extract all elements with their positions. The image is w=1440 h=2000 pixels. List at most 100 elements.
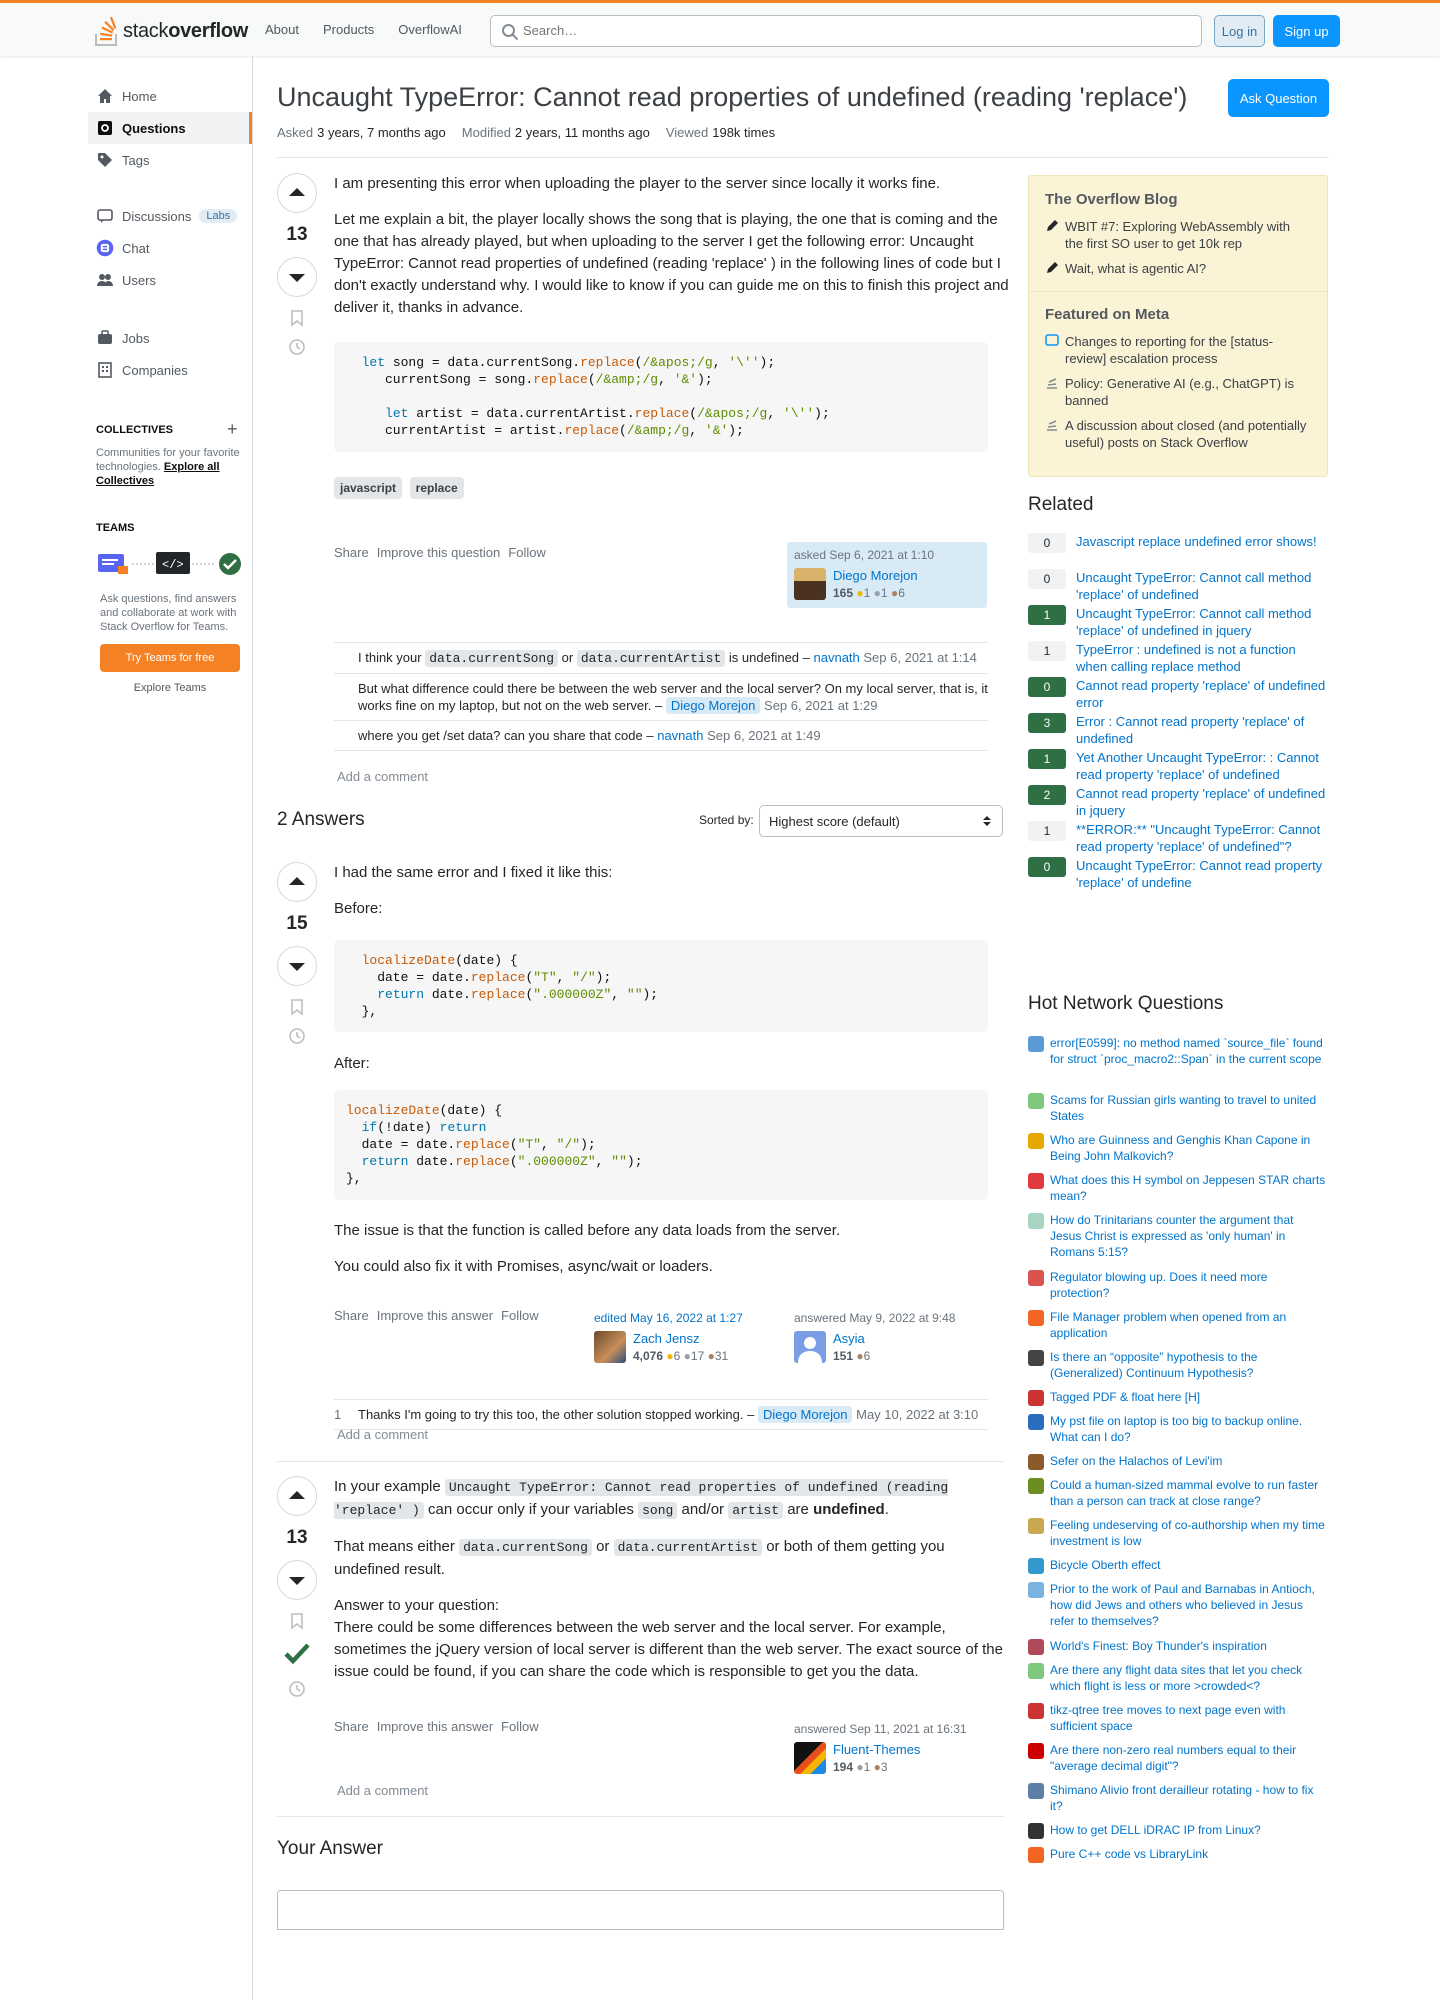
related-item[interactable]: 1 TypeError : undefined is not a function… bbox=[1028, 641, 1328, 675]
related-link[interactable]: Uncaught TypeError: Cannot call method '… bbox=[1076, 569, 1328, 603]
related-item[interactable]: 2 Cannot read property 'replace' of undef… bbox=[1028, 785, 1328, 819]
hot-network-item[interactable]: Are there any flight data sites that let… bbox=[1028, 1662, 1328, 1694]
history-icon[interactable] bbox=[288, 1680, 306, 1701]
related-link[interactable]: Cannot read property 'replace' of undefi… bbox=[1076, 785, 1328, 819]
related-link[interactable]: Javascript replace undefined error shows… bbox=[1076, 533, 1317, 553]
nav-overflowai[interactable]: OverflowAI bbox=[386, 20, 474, 39]
nav-products[interactable]: Products bbox=[311, 20, 386, 39]
nav-about[interactable]: About bbox=[253, 20, 311, 39]
comment-user[interactable]: navnath bbox=[657, 728, 703, 743]
bookmark-icon[interactable] bbox=[288, 309, 306, 330]
avatar[interactable] bbox=[794, 1742, 826, 1774]
explore-teams-link[interactable]: Explore Teams bbox=[88, 682, 252, 694]
related-item[interactable]: 3 Error : Cannot read property 'replace' … bbox=[1028, 713, 1328, 747]
sidebar-item-jobs[interactable]: Jobs bbox=[88, 322, 252, 354]
hot-network-link[interactable]: How to get DELL iDRAC IP from Linux? bbox=[1050, 1822, 1261, 1839]
user-name[interactable]: Diego Morejon bbox=[833, 568, 918, 583]
related-link[interactable]: Yet Another Uncaught TypeError: : Cannot… bbox=[1076, 749, 1328, 783]
bookmark-icon[interactable] bbox=[288, 1612, 306, 1633]
sidebar-item-discussions[interactable]: Discussions Labs bbox=[88, 200, 252, 232]
hot-network-link[interactable]: Regulator blowing up. Does it need more … bbox=[1050, 1269, 1328, 1301]
hot-network-item[interactable]: How do Trinitarians counter the argument… bbox=[1028, 1212, 1328, 1260]
hot-network-item[interactable]: File Manager problem when opened from an… bbox=[1028, 1309, 1328, 1341]
sidebar-item-tags[interactable]: Tags bbox=[88, 144, 252, 176]
related-link[interactable]: Uncaught TypeError: Cannot read property… bbox=[1076, 857, 1328, 891]
avatar[interactable] bbox=[594, 1331, 626, 1363]
hot-network-item[interactable]: Shimano Alivio front derailleur rotating… bbox=[1028, 1782, 1328, 1814]
plus-icon[interactable]: + bbox=[227, 419, 238, 440]
hot-network-link[interactable]: Bicycle Oberth effect bbox=[1050, 1557, 1161, 1574]
avatar[interactable] bbox=[794, 1331, 826, 1363]
signup-button[interactable]: Sign up bbox=[1273, 15, 1340, 47]
share-link[interactable]: Share bbox=[334, 545, 369, 560]
search-input[interactable] bbox=[523, 23, 1123, 38]
hot-network-item[interactable]: Scams for Russian girls wanting to trave… bbox=[1028, 1092, 1328, 1124]
comment-user[interactable]: navnath bbox=[814, 650, 860, 665]
sidebar-item-questions[interactable]: Questions bbox=[88, 112, 252, 144]
related-link[interactable]: TypeError : undefined is not a function … bbox=[1076, 641, 1328, 675]
hot-network-item[interactable]: Tagged PDF & float here [H] bbox=[1028, 1389, 1328, 1406]
meta-item[interactable]: A discussion about closed (and potential… bbox=[1029, 413, 1327, 455]
follow-link[interactable]: Follow bbox=[501, 1308, 539, 1323]
sidebar-item-chat[interactable]: Chat bbox=[88, 232, 252, 264]
upvote-button[interactable] bbox=[277, 862, 317, 902]
add-comment-link[interactable]: Add a comment bbox=[337, 769, 428, 784]
hot-network-link[interactable]: Feeling undeserving of co-authorship whe… bbox=[1050, 1517, 1328, 1549]
related-item[interactable]: 0 Uncaught TypeError: Cannot read propert… bbox=[1028, 857, 1328, 891]
downvote-button[interactable] bbox=[277, 1560, 317, 1600]
hot-network-link[interactable]: Is there an “opposite” hypothesis to the… bbox=[1050, 1349, 1328, 1381]
question-title[interactable]: Uncaught TypeError: Cannot read properti… bbox=[277, 80, 1237, 114]
sidebar-item-companies[interactable]: Companies bbox=[88, 354, 252, 386]
related-link[interactable]: **ERROR:** "Uncaught TypeError: Cannot r… bbox=[1076, 821, 1328, 855]
user-name[interactable]: Fluent-Themes bbox=[833, 1742, 920, 1757]
hot-network-item[interactable]: Sefer on the Halachos of Levi'im bbox=[1028, 1453, 1328, 1470]
hot-network-item[interactable]: World's Finest: Boy Thunder's inspiratio… bbox=[1028, 1638, 1328, 1655]
upvote-button[interactable] bbox=[277, 173, 317, 213]
hot-network-link[interactable]: Scams for Russian girls wanting to trave… bbox=[1050, 1092, 1328, 1124]
hot-network-link[interactable]: Sefer on the Halachos of Levi'im bbox=[1050, 1453, 1222, 1470]
hot-network-link[interactable]: Are there non-zero real numbers equal to… bbox=[1050, 1742, 1328, 1774]
comment-user[interactable]: Diego Morejon bbox=[665, 697, 761, 714]
share-link[interactable]: Share bbox=[334, 1308, 369, 1323]
hot-network-item[interactable]: tikz-qtree tree moves to next page even … bbox=[1028, 1702, 1328, 1734]
hot-network-item[interactable]: Bicycle Oberth effect bbox=[1028, 1557, 1328, 1574]
hot-network-link[interactable]: My pst file on laptop is too big to back… bbox=[1050, 1413, 1328, 1445]
hot-network-link[interactable]: Prior to the work of Paul and Barnabas i… bbox=[1050, 1581, 1328, 1629]
history-icon[interactable] bbox=[288, 338, 306, 359]
meta-item[interactable]: Policy: Generative AI (e.g., ChatGPT) is… bbox=[1029, 371, 1327, 413]
sort-select[interactable]: Highest score (default) bbox=[759, 805, 1003, 837]
related-link[interactable]: Cannot read property 'replace' of undefi… bbox=[1076, 677, 1328, 711]
hot-network-link[interactable]: error[E0599]: no method named `source_fi… bbox=[1050, 1035, 1328, 1067]
hot-network-item[interactable]: error[E0599]: no method named `source_fi… bbox=[1028, 1035, 1328, 1067]
hot-network-item[interactable]: Are there non-zero real numbers equal to… bbox=[1028, 1742, 1328, 1774]
hot-network-item[interactable]: Regulator blowing up. Does it need more … bbox=[1028, 1269, 1328, 1301]
comment-user[interactable]: Diego Morejon bbox=[757, 1406, 853, 1423]
hot-network-item[interactable]: Who are Guinness and Genghis Khan Capone… bbox=[1028, 1132, 1328, 1164]
related-item[interactable]: 0 Javascript replace undefined error show… bbox=[1028, 533, 1328, 553]
edited-date[interactable]: edited May 16, 2022 at 1:27 bbox=[594, 1311, 780, 1325]
hot-network-item[interactable]: Prior to the work of Paul and Barnabas i… bbox=[1028, 1581, 1328, 1629]
improve-question-link[interactable]: Improve this question bbox=[377, 545, 501, 560]
related-item[interactable]: 0 Cannot read property 'replace' of undef… bbox=[1028, 677, 1328, 711]
hot-network-item[interactable]: Could a human-sized mammal evolve to run… bbox=[1028, 1477, 1328, 1509]
history-icon[interactable] bbox=[288, 1027, 306, 1048]
related-item[interactable]: 0 Uncaught TypeError: Cannot call method … bbox=[1028, 569, 1328, 603]
related-item[interactable]: 1 Yet Another Uncaught TypeError: : Canno… bbox=[1028, 749, 1328, 783]
hot-network-item[interactable]: What does this H symbol on Jeppesen STAR… bbox=[1028, 1172, 1328, 1204]
ask-question-button[interactable]: Ask Question bbox=[1228, 79, 1329, 117]
hot-network-link[interactable]: What does this H symbol on Jeppesen STAR… bbox=[1050, 1172, 1328, 1204]
avatar[interactable] bbox=[794, 568, 826, 600]
improve-answer-link[interactable]: Improve this answer bbox=[377, 1719, 493, 1734]
related-item[interactable]: 1 **ERROR:** "Uncaught TypeError: Cannot … bbox=[1028, 821, 1328, 855]
hot-network-link[interactable]: Pure C++ code vs LibraryLink bbox=[1050, 1846, 1208, 1863]
follow-link[interactable]: Follow bbox=[508, 545, 546, 560]
blog-item[interactable]: WBIT #7: Exploring WebAssembly with the … bbox=[1029, 214, 1327, 256]
hot-network-item[interactable]: How to get DELL iDRAC IP from Linux? bbox=[1028, 1822, 1328, 1839]
hot-network-link[interactable]: tikz-qtree tree moves to next page even … bbox=[1050, 1702, 1328, 1734]
hot-network-link[interactable]: World's Finest: Boy Thunder's inspiratio… bbox=[1050, 1638, 1267, 1655]
hot-network-item[interactable]: Pure C++ code vs LibraryLink bbox=[1028, 1846, 1328, 1863]
add-comment-link[interactable]: Add a comment bbox=[337, 1783, 428, 1798]
related-item[interactable]: 1 Uncaught TypeError: Cannot call method … bbox=[1028, 605, 1328, 639]
answer-editor-toolbar[interactable] bbox=[277, 1890, 1004, 1930]
hot-network-link[interactable]: Could a human-sized mammal evolve to run… bbox=[1050, 1477, 1328, 1509]
